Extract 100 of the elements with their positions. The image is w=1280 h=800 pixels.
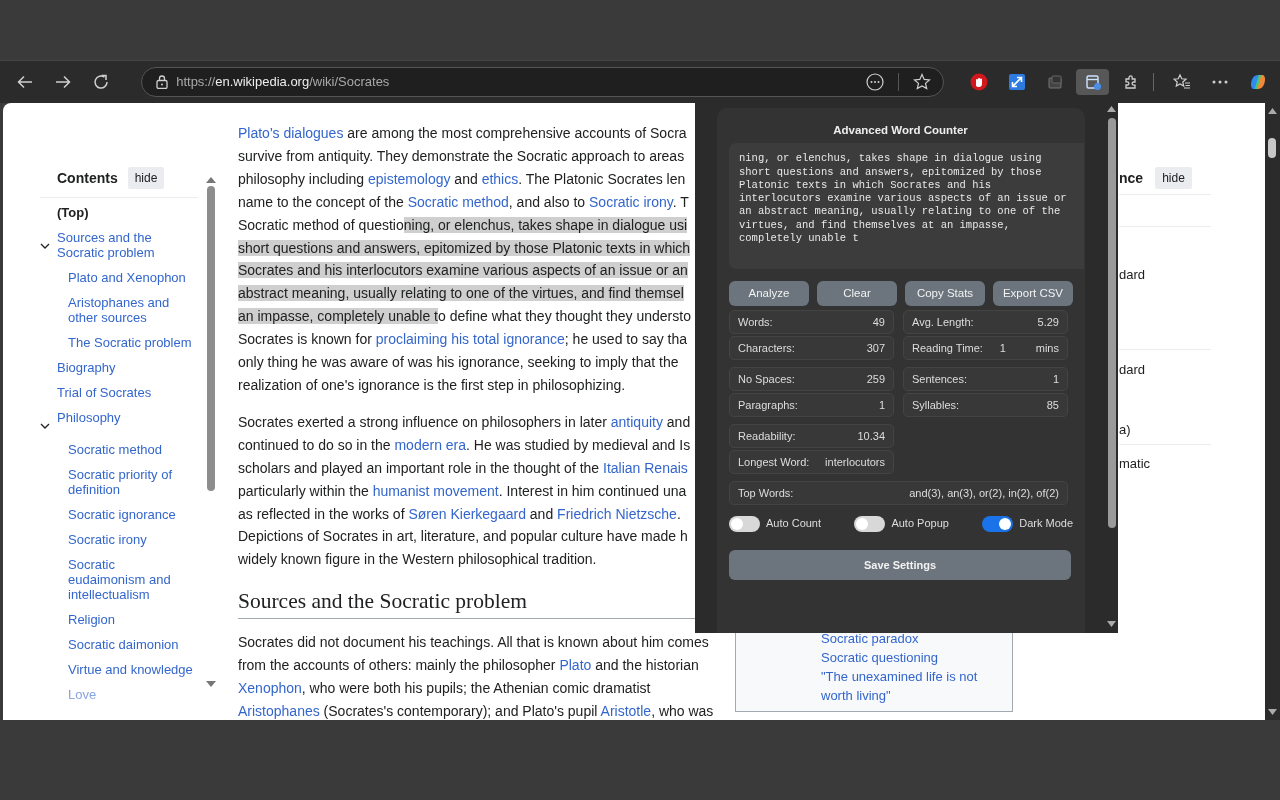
url-text[interactable]: https://en.wikipedia.org/wiki/Socrates bbox=[176, 72, 390, 92]
toc-link[interactable]: Religion bbox=[68, 607, 195, 632]
reload-icon[interactable] bbox=[91, 73, 110, 91]
address-bar[interactable]: https://en.wikipedia.org/wiki/Socrates bbox=[141, 67, 945, 97]
link[interactable]: Friedrich Nietzsche bbox=[557, 505, 677, 522]
stat-label: Syllables: bbox=[912, 398, 961, 413]
action-button[interactable]: Copy Stats bbox=[905, 281, 985, 307]
link[interactable]: Plato's dialogues bbox=[238, 125, 344, 141]
toolbar-button[interactable] bbox=[1076, 69, 1110, 95]
lock-icon bbox=[156, 75, 169, 89]
text-fragment: matic bbox=[1118, 456, 1152, 472]
text-fragment: dard bbox=[1118, 362, 1147, 378]
app-logo-icon bbox=[1248, 73, 1267, 91]
toc-link[interactable]: Socratic ignorance bbox=[68, 502, 195, 527]
toc-link[interactable]: Socratic priority of definition bbox=[68, 462, 195, 502]
toc-link[interactable]: Socratic irony bbox=[68, 527, 195, 552]
save-button[interactable]: Save Settings bbox=[729, 549, 1071, 580]
popup-title: Advanced Word Counter bbox=[832, 123, 969, 138]
scrollbar-thumb[interactable] bbox=[1268, 138, 1276, 158]
link[interactable]: Søren Kierkegaard bbox=[408, 505, 526, 522]
stat-label: Words: bbox=[738, 315, 774, 330]
link[interactable]: proclaiming his total ignorance bbox=[375, 331, 565, 348]
panel-title: nce bbox=[1119, 168, 1144, 188]
chevron-icon[interactable] bbox=[40, 422, 50, 429]
link[interactable]: Xenophon bbox=[238, 679, 302, 696]
back-icon[interactable] bbox=[15, 73, 34, 91]
stat-label: Top Words: bbox=[738, 486, 795, 501]
stat-value: 1 bbox=[1052, 372, 1059, 387]
scroll-up-icon[interactable] bbox=[1268, 108, 1277, 114]
toggle-label: Auto Popup bbox=[891, 516, 949, 532]
link[interactable]: Plato bbox=[559, 656, 592, 673]
hand-icon bbox=[970, 73, 989, 91]
stat-value: 10.34 bbox=[857, 429, 885, 444]
text-fragment: a) bbox=[1118, 422, 1132, 438]
link[interactable]: Socratic method bbox=[407, 193, 509, 210]
toc-link[interactable]: Socratic daimonion bbox=[68, 632, 195, 657]
stat-value: 5.29 bbox=[1037, 315, 1059, 330]
stat-label: Readability: bbox=[738, 429, 797, 444]
window-icon bbox=[1083, 73, 1102, 91]
contents-title: Contents bbox=[57, 168, 118, 188]
stat-label: Characters: bbox=[738, 341, 796, 356]
action-button[interactable]: Export CSV bbox=[993, 281, 1073, 307]
scroll-down-icon[interactable] bbox=[1107, 621, 1116, 627]
link[interactable]: "The unexamined life is not worth living" bbox=[821, 667, 981, 705]
stat-value: 1 bbox=[999, 341, 1006, 356]
toc-link[interactable]: Biography bbox=[57, 355, 195, 380]
stat-value: interlocutors bbox=[825, 455, 885, 470]
hide-button[interactable]: hide bbox=[127, 167, 165, 189]
link[interactable]: Socratic paradox bbox=[821, 629, 981, 648]
link[interactable]: Italian Renais bbox=[603, 459, 688, 476]
stat-value: 85 bbox=[1046, 398, 1059, 413]
scroll-up-icon[interactable] bbox=[206, 177, 216, 183]
paragraph: Socrates did not document his teachings. All that is known about him comes from the accounts of others: mainly the philosopher Plato and the historian Xenophon, who were both his pupils; the Athenian comic dramatist Aristophanes (Socrates's contemporary); and Plato's pupil Aristotle, who was bbox=[238, 633, 715, 720]
stat-value: 1 bbox=[878, 398, 885, 413]
link[interactable]: Aristophanes bbox=[238, 702, 320, 719]
text-fragment: dard bbox=[1118, 267, 1147, 283]
scroll-down-icon[interactable] bbox=[206, 681, 216, 687]
link[interactable]: Aristotle bbox=[600, 702, 652, 719]
text-input[interactable]: ning, or elenchus, takes shape in dialogue using short questions and answers, epitomized by those Platonic texts in which Socrates and his interlocutors examine various aspects of an issue or an abstract meaning, usually relating to one of the virtues, and find themselves at an impasse, completely unable t bbox=[729, 143, 1084, 270]
toc-link[interactable]: Virtue and knowledge bbox=[68, 657, 195, 682]
link[interactable]: Socratic irony bbox=[589, 193, 673, 210]
star-icon[interactable] bbox=[913, 73, 932, 91]
toc-link[interactable]: Philosophy bbox=[57, 405, 195, 430]
forward-icon[interactable] bbox=[53, 73, 72, 91]
scrollbar-thumb[interactable] bbox=[1107, 118, 1116, 528]
hide-button[interactable]: hide bbox=[1155, 167, 1192, 189]
toc-link[interactable]: Aristophanes and other sources bbox=[68, 290, 195, 330]
favorites-icon bbox=[1172, 73, 1191, 91]
stat-value: 307 bbox=[866, 341, 885, 356]
scroll-up-icon[interactable] bbox=[1107, 106, 1116, 112]
stat-label: Avg. Length: bbox=[912, 315, 975, 330]
action-button[interactable]: Clear bbox=[817, 281, 897, 307]
toc-link[interactable]: Socratic eudaimonism and intellectualism bbox=[68, 552, 195, 607]
link[interactable]: humanist movement bbox=[372, 482, 499, 499]
link[interactable]: epistemology bbox=[368, 170, 451, 187]
stat-label: Reading Time: bbox=[912, 341, 984, 356]
scroll-down-icon[interactable] bbox=[1268, 709, 1277, 715]
chevron-icon[interactable] bbox=[40, 242, 50, 249]
stat-value: 49 bbox=[872, 315, 885, 330]
stat-value: and(3), an(3), or(2), in(2), of(2) bbox=[909, 486, 1059, 501]
stat-unit: mins bbox=[1035, 341, 1059, 356]
stat-label: No Spaces: bbox=[738, 372, 796, 387]
toggle-switch[interactable] bbox=[982, 515, 1014, 532]
stat-value: 259 bbox=[866, 372, 885, 387]
stat-label: Longest Word: bbox=[738, 455, 811, 470]
link[interactable]: antiquity bbox=[610, 413, 663, 430]
toc-link[interactable]: Plato and Xenophon bbox=[68, 265, 195, 290]
toc-link[interactable]: Sources and the Socratic problem bbox=[57, 225, 195, 265]
window-icon bbox=[1045, 73, 1064, 91]
scrollbar-thumb[interactable] bbox=[207, 186, 215, 491]
toggle-switch[interactable] bbox=[729, 515, 760, 532]
toggle-switch[interactable] bbox=[854, 515, 886, 532]
toc-link[interactable]: Trial of Socrates bbox=[57, 380, 195, 405]
toc-link[interactable]: The Socratic problem bbox=[68, 330, 195, 355]
action-button[interactable]: Analyze bbox=[729, 281, 809, 307]
toc-link[interactable]: Socratic method bbox=[68, 437, 195, 462]
more-options-icon[interactable] bbox=[866, 73, 885, 91]
toc-link[interactable]: (Top) bbox=[57, 200, 195, 225]
link[interactable]: Socratic questioning bbox=[821, 648, 981, 667]
more-icon bbox=[1211, 80, 1228, 84]
